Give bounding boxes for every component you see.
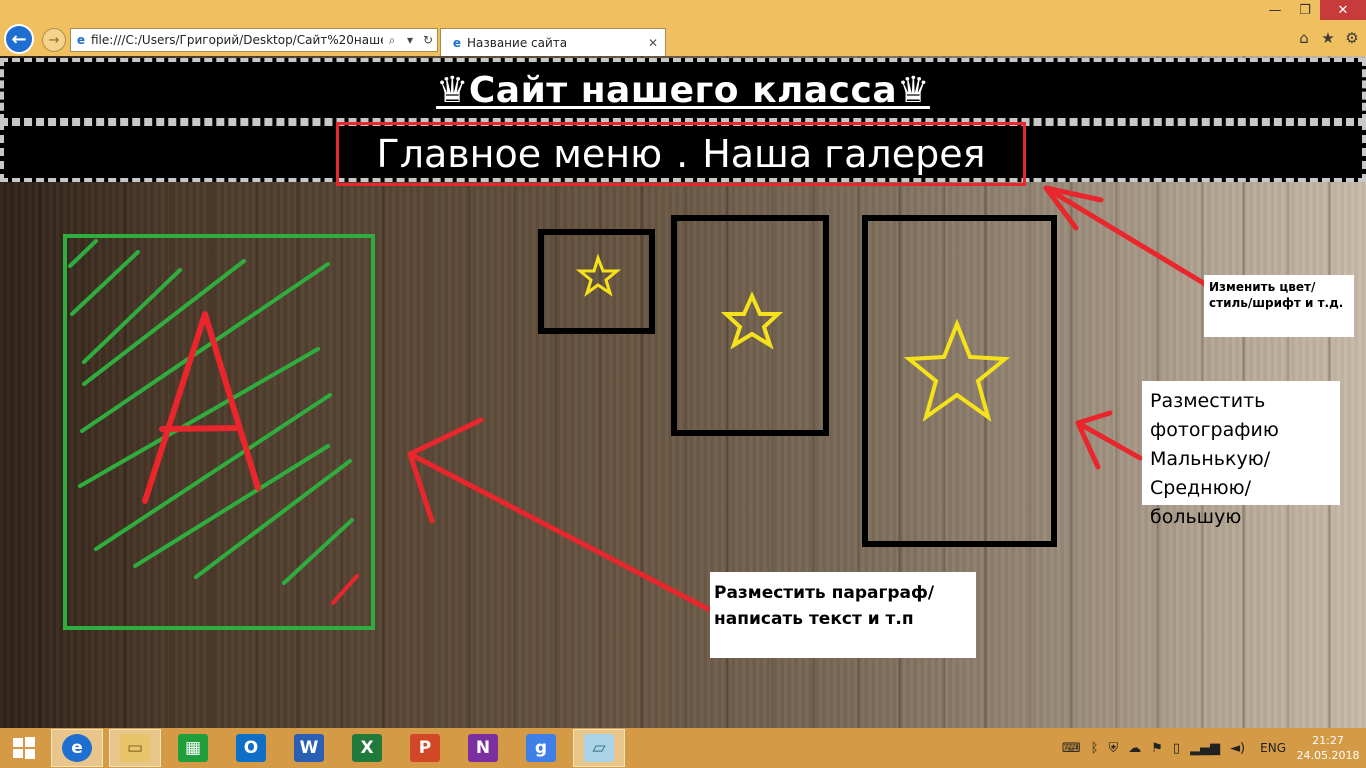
medium-photo-frame bbox=[671, 215, 829, 436]
flag-icon[interactable]: ⚑ bbox=[1151, 741, 1163, 756]
taskbar-excel[interactable]: X bbox=[341, 729, 393, 767]
bluetooth-icon[interactable]: ᛒ bbox=[1091, 741, 1099, 756]
search-icon[interactable]: ⌕ bbox=[383, 33, 401, 48]
taskbar: e ▭ ▦ O W X P N g ▱ ⌨ ᛒ ⛨ ☁ ⚑ ▯ ▂▄▆ ◄) E… bbox=[0, 728, 1366, 768]
notes-app-icon: ▱ bbox=[584, 734, 614, 762]
volume-icon[interactable]: ◄) bbox=[1230, 741, 1245, 756]
refresh-icon[interactable]: ↻ bbox=[419, 33, 437, 47]
taskbar-onenote[interactable]: N bbox=[457, 729, 509, 767]
small-photo-frame bbox=[538, 229, 655, 334]
page-viewport: ♛Сайт нашего класса♛ Главное меню . Наша… bbox=[0, 56, 1366, 728]
battery-icon[interactable]: ▯ bbox=[1173, 741, 1180, 756]
arrow-left-icon: ← bbox=[11, 28, 27, 50]
favorites-star-icon[interactable]: ★ bbox=[1318, 28, 1338, 48]
excel-icon: X bbox=[352, 734, 382, 762]
onenote-icon: N bbox=[468, 734, 498, 762]
security-shield-icon[interactable]: ⛨ bbox=[1108, 741, 1118, 756]
address-url[interactable]: file:///C:/Users/Григорий/Desktop/Сайт%2… bbox=[91, 33, 383, 47]
start-button[interactable] bbox=[0, 728, 48, 768]
taskbar-outlook[interactable]: O bbox=[225, 729, 277, 767]
taskbar-powerpoint[interactable]: P bbox=[399, 729, 451, 767]
ie-tab-icon: e bbox=[452, 35, 462, 50]
tab-title: Название сайта bbox=[467, 35, 568, 50]
minimize-button[interactable]: — bbox=[1260, 0, 1290, 20]
medium-star-icon bbox=[720, 291, 784, 350]
taskbar-google[interactable]: g bbox=[515, 729, 567, 767]
address-bar[interactable]: e file:///C:/Users/Григорий/Desktop/Сайт… bbox=[70, 28, 438, 52]
forward-button[interactable]: → bbox=[42, 28, 66, 52]
arrow-to-paragraph-box bbox=[407, 417, 711, 612]
word-icon: W bbox=[294, 734, 324, 762]
arrow-to-menu bbox=[1043, 185, 1218, 293]
arrow-right-icon: → bbox=[48, 32, 60, 48]
close-tab-icon[interactable]: ✕ bbox=[641, 36, 665, 50]
large-photo-frame bbox=[862, 215, 1057, 547]
system-tray: ⌨ ᛒ ⛨ ☁ ⚑ ▯ ▂▄▆ ◄) ENG 21:27 24.05.2018 bbox=[1057, 728, 1366, 768]
dropdown-chevron-icon[interactable]: ▾ bbox=[401, 33, 419, 47]
small-star-icon bbox=[575, 253, 622, 297]
file-explorer-icon: ▭ bbox=[120, 734, 150, 762]
clock[interactable]: 21:27 24.05.2018 bbox=[1296, 733, 1360, 763]
settings-gear-icon[interactable]: ⚙ bbox=[1342, 28, 1362, 48]
back-button[interactable]: ← bbox=[4, 24, 34, 54]
style-change-note: Изменить цвет/стиль/шрифт и т.д. bbox=[1204, 275, 1354, 337]
ie-page-icon: e bbox=[76, 33, 86, 47]
taskbar-notes-app[interactable]: ▱ bbox=[573, 729, 625, 767]
home-icon[interactable]: ⌂ bbox=[1294, 28, 1314, 48]
clock-time: 21:27 bbox=[1312, 734, 1344, 747]
windows-logo-icon bbox=[13, 737, 35, 759]
browser-chrome: — ❐ ✕ ← → e file:///C:/Users/Григорий/De… bbox=[0, 0, 1366, 56]
keyboard-icon[interactable]: ⌨ bbox=[1062, 741, 1081, 756]
large-star-icon bbox=[903, 318, 1011, 422]
close-button[interactable]: ✕ bbox=[1320, 0, 1366, 20]
store-icon: ▦ bbox=[178, 734, 208, 762]
internet-explorer-icon: e bbox=[62, 734, 92, 762]
powerpoint-icon: P bbox=[410, 734, 440, 762]
browser-right-icons: ⌂ ★ ⚙ bbox=[1294, 28, 1362, 48]
language-indicator[interactable]: ENG bbox=[1260, 741, 1286, 755]
google-icon: g bbox=[526, 734, 556, 762]
arrow-to-photo-frames bbox=[1075, 410, 1143, 470]
paragraph-placeholder-box bbox=[63, 234, 375, 630]
clock-date: 24.05.2018 bbox=[1296, 749, 1360, 762]
taskbar-store[interactable]: ▦ bbox=[167, 729, 219, 767]
taskbar-word[interactable]: W bbox=[283, 729, 335, 767]
taskbar-internet-explorer[interactable]: e bbox=[51, 729, 103, 767]
photo-placement-note: Разместить фотографию Мальнькую/Среднюю/… bbox=[1142, 381, 1340, 528]
hatch-lines bbox=[68, 239, 354, 585]
cloud-icon[interactable]: ☁ bbox=[1128, 741, 1141, 756]
network-signal-icon[interactable]: ▂▄▆ bbox=[1190, 741, 1220, 756]
browser-tab[interactable]: e Название сайта ✕ bbox=[440, 28, 666, 56]
sketch-letter-a bbox=[142, 311, 261, 504]
outlook-icon: O bbox=[236, 734, 266, 762]
taskbar-file-explorer[interactable]: ▭ bbox=[109, 729, 161, 767]
paragraph-placement-note: Разместить параграф/написать текст и т.п bbox=[710, 572, 976, 658]
window-controls: — ❐ ✕ bbox=[1260, 0, 1366, 20]
restore-button[interactable]: ❐ bbox=[1290, 0, 1320, 20]
red-stroke-mark bbox=[331, 574, 359, 605]
